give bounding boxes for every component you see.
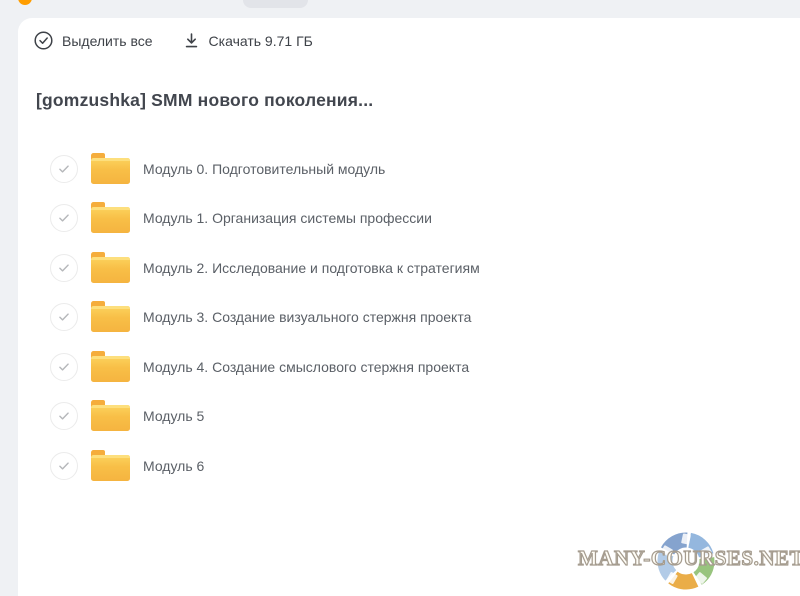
watermark-text: MANY-COURSES.NET [578,546,796,571]
download-label: Скачать 9.71 ГБ [209,33,313,49]
row-checkbox[interactable] [50,402,78,430]
folder-name: Модуль 6 [143,458,204,474]
row-checkbox[interactable] [50,254,78,282]
row-checkbox[interactable] [50,452,78,480]
folder-row[interactable]: Модуль 2. Исследование и подготовка к ст… [18,243,800,293]
folder-row[interactable]: Модуль 5 [18,392,800,442]
page-title: [gomzushka] SMM нового поколения... [36,90,800,111]
folder-name: Модуль 1. Организация системы профессии [143,210,432,226]
download-icon [183,32,200,49]
download-button[interactable]: Скачать 9.71 ГБ [183,32,313,49]
folder-name: Модуль 4. Создание смыслового стержня пр… [143,359,469,375]
watermark: MANY-COURSES.NET [578,529,796,593]
row-checkbox[interactable] [50,303,78,331]
avatar-partial [18,0,32,5]
folder-icon [91,257,130,283]
folder-row[interactable]: Модуль 0. Подготовительный модуль [18,144,800,194]
row-checkbox[interactable] [50,353,78,381]
file-list-card: Выделить все Скачать 9.71 ГБ [gomzushka]… [18,18,800,596]
folder-row[interactable]: Модуль 1. Организация системы профессии [18,194,800,244]
folder-icon [91,158,130,184]
folder-row[interactable]: Модуль 6 [18,441,800,491]
folder-name: Модуль 3. Создание визуального стержня п… [143,309,471,325]
select-all-label: Выделить все [62,33,153,49]
folder-list: Модуль 0. Подготовительный модуль Модуль… [18,144,800,491]
folder-row[interactable]: Модуль 3. Создание визуального стержня п… [18,293,800,343]
folder-icon [91,306,130,332]
row-checkbox[interactable] [50,155,78,183]
folder-name: Модуль 0. Подготовительный модуль [143,161,385,177]
folder-name: Модуль 2. Исследование и подготовка к ст… [143,260,480,276]
top-tab-remnant [243,0,308,8]
select-all-button[interactable]: Выделить все [34,31,153,50]
folder-icon [91,356,130,382]
toolbar: Выделить все Скачать 9.71 ГБ [18,18,800,50]
folder-icon [91,455,130,481]
circle-check-icon [34,31,53,50]
folder-name: Модуль 5 [143,408,204,424]
row-checkbox[interactable] [50,204,78,232]
folder-row[interactable]: Модуль 4. Создание смыслового стержня пр… [18,342,800,392]
folder-icon [91,207,130,233]
folder-icon [91,405,130,431]
